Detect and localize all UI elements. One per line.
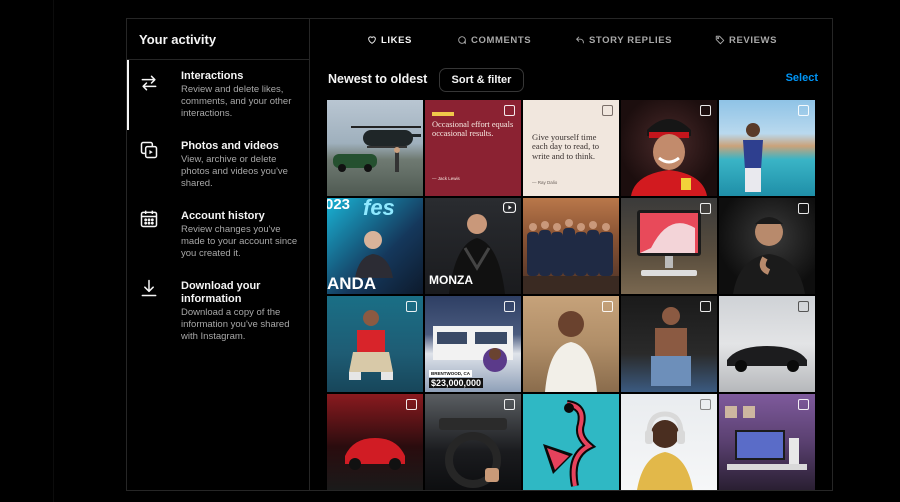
carousel-icon [798, 399, 809, 410]
post-thumbnail[interactable] [523, 198, 619, 294]
sidebar-item-label: Photos and videos [181, 140, 279, 152]
activity-sidebar: Your activity Interactions Review and de… [127, 19, 310, 490]
price-tag: $23,000,000 [429, 378, 484, 388]
carousel-icon [700, 399, 711, 410]
carousel-icon [504, 301, 515, 312]
carousel-icon [406, 399, 417, 410]
post-thumbnail[interactable]: BRENTWOOD, CA $23,000,000 [425, 296, 521, 392]
reply-icon [576, 36, 584, 44]
quote-text: Give yourself time each day to read, to … [532, 132, 600, 161]
post-thumbnail[interactable] [621, 296, 717, 392]
carousel-icon [504, 399, 515, 410]
sidebar-item-label: Interactions [181, 70, 244, 82]
accent-bar [432, 112, 454, 116]
post-thumbnail[interactable] [523, 296, 619, 392]
carousel-icon [798, 301, 809, 312]
download-icon [139, 278, 159, 298]
post-thumbnail[interactable] [425, 394, 521, 490]
carousel-icon [700, 105, 711, 116]
post-thumbnail[interactable]: Occasional effort equals occasional resu… [425, 100, 521, 196]
liked-posts-grid: Occasional effort equals occasional resu… [327, 100, 815, 490]
tab-label: LIKES [381, 34, 412, 46]
sidebar-item-description: Review and delete likes, comments, and y… [181, 84, 292, 119]
tab-label: COMMENTS [471, 34, 532, 46]
carousel-icon [798, 203, 809, 214]
sidebar-item-description: Review changes you've made to your accou… [181, 224, 298, 259]
sidebar-item-description: Download a copy of the information you'v… [181, 307, 290, 342]
event-text: MONZA [429, 273, 473, 287]
tab-story-replies[interactable]: STORY REPLIES [575, 33, 672, 47]
post-thumbnail[interactable] [327, 100, 423, 196]
calendar-icon [139, 209, 159, 229]
quote-author: — Ray Dalio [532, 180, 558, 185]
sidebar-item-photos-videos[interactable]: Photos and videos View, archive or delet… [127, 137, 310, 199]
car-helicopter-image [333, 126, 421, 172]
sidebar-item-label: Download your information [181, 280, 261, 305]
post-thumbnail[interactable] [523, 394, 619, 490]
sort-filter-button[interactable]: Sort & filter [439, 68, 524, 92]
post-thumbnail[interactable] [719, 100, 815, 196]
sidebar-item-account-history[interactable]: Account history Review changes you've ma… [127, 207, 310, 269]
activity-tabs: LIKES COMMENTS STORY REPLIES REVIEWS [311, 19, 833, 59]
reel-icon [503, 202, 516, 213]
sidebar-item-download-information[interactable]: Download your information Download a cop… [127, 277, 310, 347]
carousel-icon [406, 301, 417, 312]
post-thumbnail[interactable]: Give yourself time each day to read, to … [523, 100, 619, 196]
location-tag: BRENTWOOD, CA [429, 370, 472, 377]
post-thumbnail[interactable] [327, 296, 423, 392]
sidebar-item-description: View, archive or delete photos and video… [181, 154, 288, 189]
tab-label: STORY REPLIES [589, 34, 673, 46]
arrows-swap-icon [139, 73, 159, 93]
post-thumbnail[interactable]: 023 fes ANDA [327, 198, 423, 294]
window-edge [0, 0, 54, 502]
carousel-icon [798, 105, 809, 116]
post-thumbnail[interactable] [621, 394, 717, 490]
activity-main: LIKES COMMENTS STORY REPLIES REVIEWS New… [311, 19, 833, 490]
select-button[interactable]: Select [786, 72, 818, 84]
sidebar-item-interactions[interactable]: Interactions Review and delete likes, co… [127, 60, 310, 130]
sort-order-label: Newest to oldest [328, 72, 428, 86]
group-photo-image [523, 219, 619, 294]
heart-icon [368, 36, 376, 44]
post-thumbnail[interactable] [719, 394, 815, 490]
post-thumbnail[interactable] [621, 100, 717, 196]
sidebar-item-label: Account history [181, 210, 265, 222]
post-thumbnail[interactable] [327, 394, 423, 490]
post-thumbnail[interactable] [719, 198, 815, 294]
carousel-icon [602, 105, 613, 116]
post-thumbnail[interactable] [621, 198, 717, 294]
quote-text: Occasional effort equals occasional resu… [432, 120, 514, 139]
event-text: ANDA [327, 274, 377, 293]
carousel-icon [700, 301, 711, 312]
photos-videos-icon [139, 140, 159, 160]
quote-author: — Jack Lewis [432, 176, 460, 181]
activity-panel: Your activity Interactions Review and de… [126, 18, 833, 491]
carousel-icon [504, 105, 515, 116]
post-thumbnail[interactable]: MONZA [425, 198, 521, 294]
sidebar-title: Your activity [139, 32, 217, 47]
carousel-icon [700, 203, 711, 214]
tab-label: REVIEWS [729, 34, 778, 46]
tab-reviews[interactable]: REVIEWS [715, 33, 777, 47]
carousel-icon [602, 301, 613, 312]
post-thumbnail[interactable] [719, 296, 815, 392]
comment-icon [458, 36, 466, 45]
flamingo-art-image [543, 400, 597, 487]
tab-likes[interactable]: LIKES [367, 33, 412, 47]
tab-comments[interactable]: COMMENTS [457, 33, 531, 47]
tag-icon [715, 35, 725, 45]
